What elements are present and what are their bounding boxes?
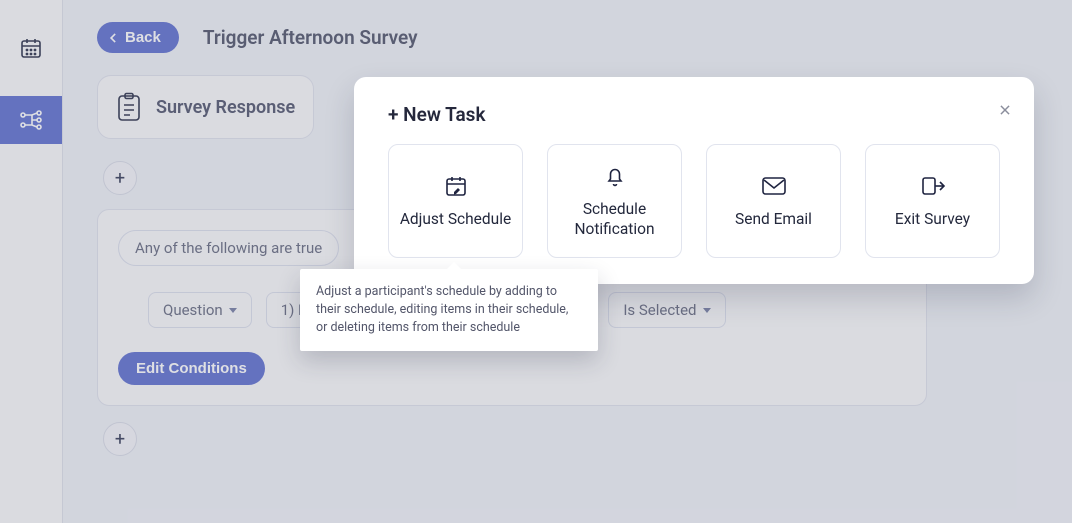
task-label: Schedule Notification	[552, 199, 677, 239]
task-schedule-notification[interactable]: Schedule Notification	[547, 144, 682, 258]
task-label: Adjust Schedule	[400, 209, 511, 229]
close-button[interactable]	[998, 101, 1012, 122]
tooltip-text: Adjust a participant's schedule by addin…	[316, 284, 568, 335]
calendar-edit-icon	[443, 173, 469, 199]
task-exit-survey[interactable]: Exit Survey	[865, 144, 1000, 258]
exit-icon	[920, 173, 946, 199]
adjust-schedule-tooltip: Adjust a participant's schedule by addin…	[300, 269, 598, 351]
close-icon	[998, 103, 1012, 117]
task-label: Send Email	[735, 209, 812, 229]
bell-icon	[602, 163, 628, 189]
modal-title: + New Task	[388, 103, 1000, 126]
task-options: Adjust Schedule Schedule Notification Se…	[388, 144, 1000, 258]
task-adjust-schedule[interactable]: Adjust Schedule	[388, 144, 523, 258]
new-task-modal: + New Task Adjust Schedule Schedule Noti…	[354, 77, 1034, 284]
task-label: Exit Survey	[895, 209, 970, 229]
task-send-email[interactable]: Send Email	[706, 144, 841, 258]
envelope-icon	[761, 173, 787, 199]
